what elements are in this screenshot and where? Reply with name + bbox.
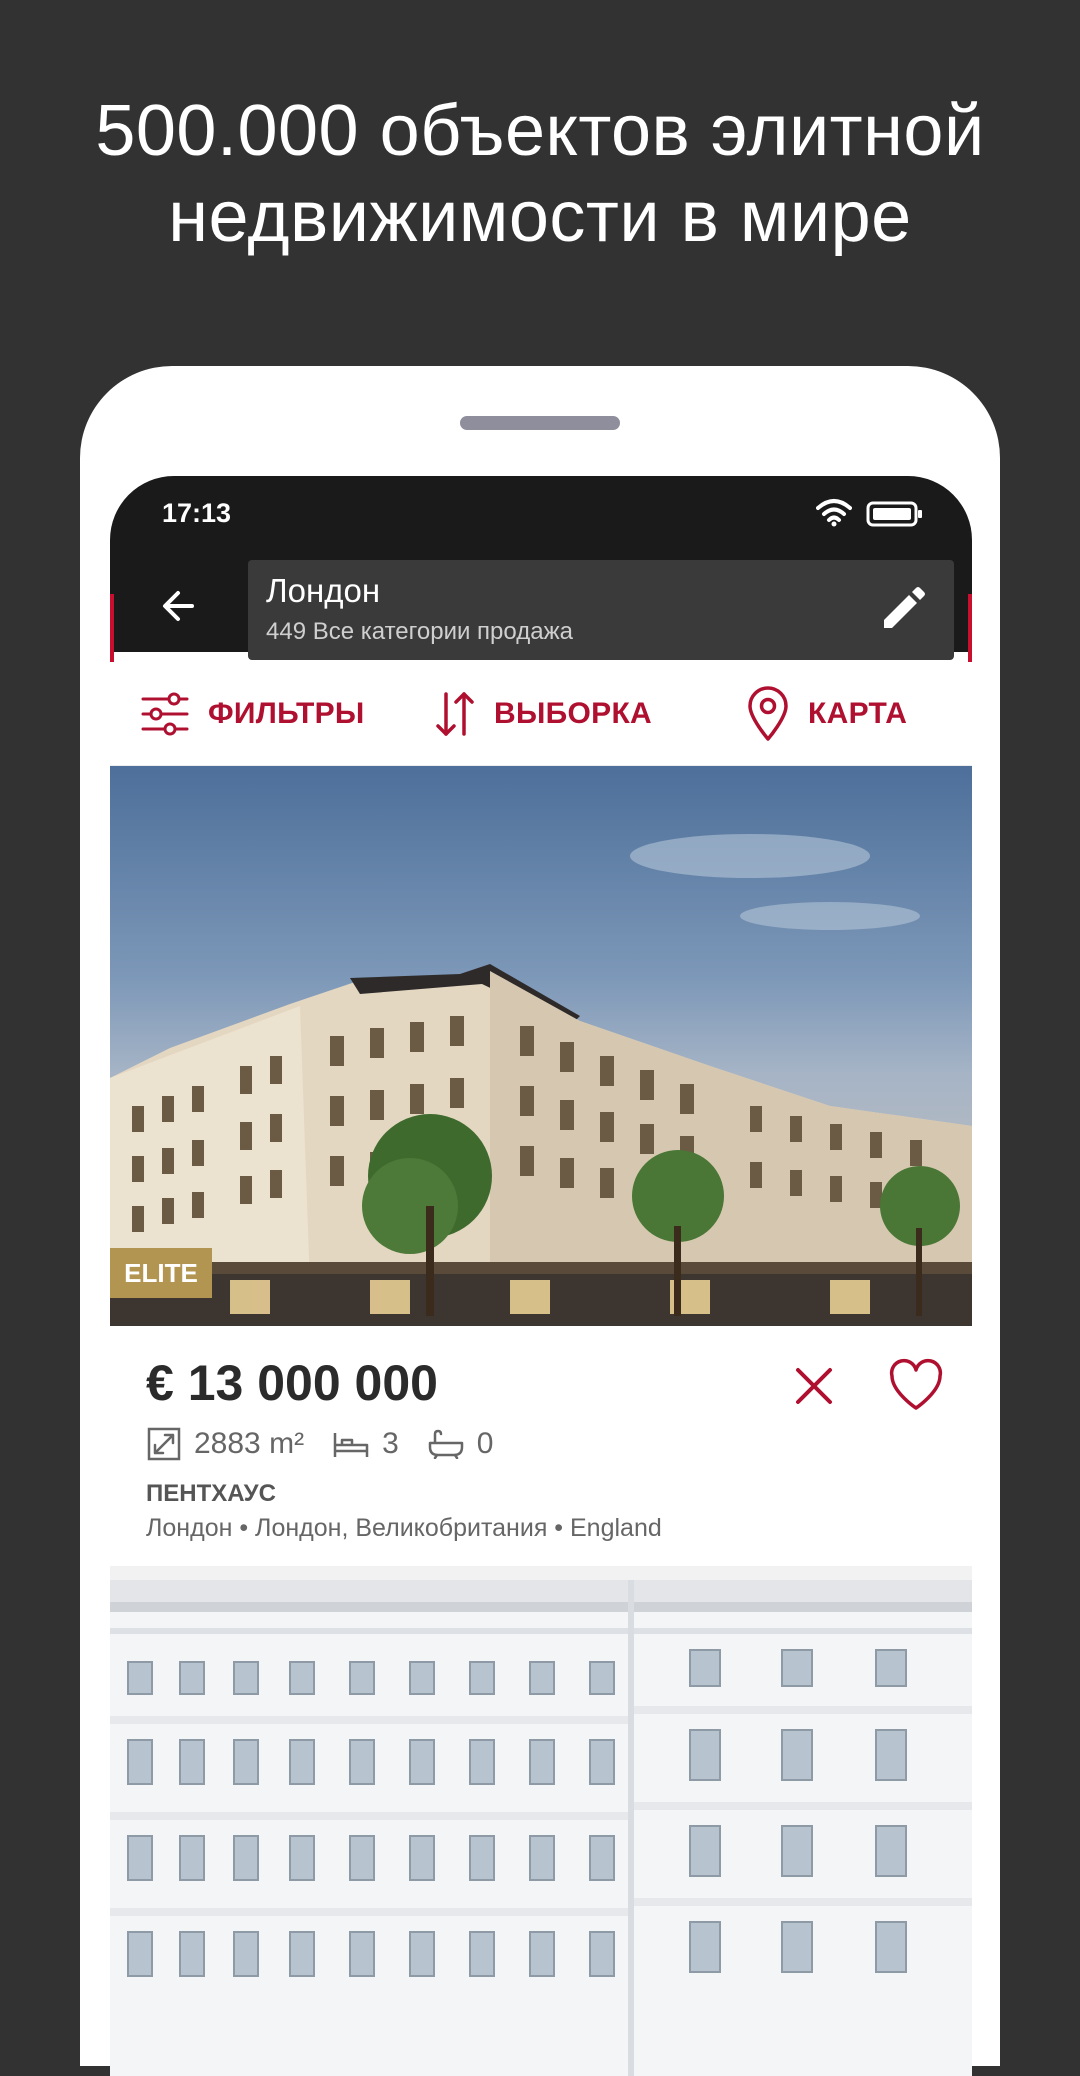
results-toolbar: ФИЛЬТРЫ ВЫБОРКА КАРТА	[110, 662, 972, 766]
filters-label: ФИЛЬТРЫ	[208, 697, 365, 730]
map-button[interactable]: КАРТА	[746, 662, 907, 766]
spec-area: 2883 m²	[146, 1426, 304, 1462]
back-arrow-icon[interactable]	[150, 578, 206, 634]
bath-icon	[428, 1429, 463, 1459]
wifi-icon	[816, 499, 852, 527]
phone-screen: 17:13 Лондон 449 Все категории продажа Ф…	[110, 476, 972, 2076]
status-bar: 17:13	[110, 476, 972, 556]
sort-label: ВЫБОРКА	[494, 697, 653, 730]
headline-line-2: недвижимости в мире	[168, 177, 912, 257]
spec-bathrooms: 0	[427, 1427, 494, 1461]
phone-speaker	[460, 416, 620, 430]
bed-icon	[333, 1433, 369, 1457]
area-value: 2883 m²	[194, 1427, 305, 1460]
sort-button[interactable]: ВЫБОРКА	[434, 662, 652, 766]
map-label: КАРТА	[808, 697, 908, 730]
bathrooms-value: 0	[476, 1427, 494, 1460]
filters-button[interactable]: ФИЛЬТРЫ	[140, 662, 365, 766]
battery-icon	[866, 501, 922, 527]
edit-icon[interactable]	[876, 584, 928, 636]
headline: 500.000 объектов элитной недвижимости в …	[0, 88, 1080, 260]
listing-card[interactable]: € 13 000 000 2883 m² 3 0 ПЕНТХАУС Лондон…	[110, 1326, 972, 1566]
heart-icon[interactable]	[886, 1356, 946, 1416]
accent-edge-right	[968, 594, 972, 666]
sort-icon	[436, 692, 474, 736]
property-type: ПЕНТХАУС	[146, 1480, 276, 1507]
phone-frame: 17:13 Лондон 449 Все категории продажа Ф…	[80, 366, 1000, 2076]
map-pin-icon	[748, 686, 788, 741]
filters-icon	[141, 692, 189, 736]
spec-bedrooms: 3	[332, 1427, 399, 1461]
listing-photo[interactable]: ELITE	[110, 766, 972, 1326]
close-icon[interactable]	[788, 1360, 840, 1412]
card-separator	[110, 1566, 972, 1580]
listing-specs: 2883 m² 3 0	[146, 1426, 521, 1462]
facade-illustration	[110, 1580, 972, 2076]
bedrooms-value: 3	[382, 1427, 399, 1460]
status-time: 17:13	[162, 498, 232, 528]
search-box[interactable]: Лондон 449 Все категории продажа	[248, 560, 954, 660]
search-title: Лондон	[266, 572, 381, 609]
headline-line-1: 500.000 объектов элитной	[95, 91, 985, 171]
area-icon	[147, 1427, 181, 1461]
listing-photo-2[interactable]	[110, 1580, 972, 2076]
listing-price: € 13 000 000	[146, 1355, 438, 1411]
listing-location: Лондон • Лондон, Великобритания • Englan…	[146, 1514, 662, 1542]
elite-badge: ELITE	[110, 1248, 212, 1298]
building-illustration	[110, 834, 972, 1326]
accent-edge-left	[110, 594, 114, 666]
app-bar: Лондон 449 Все категории продажа	[110, 556, 972, 666]
search-subtitle: 449 Все категории продажа	[266, 618, 573, 645]
